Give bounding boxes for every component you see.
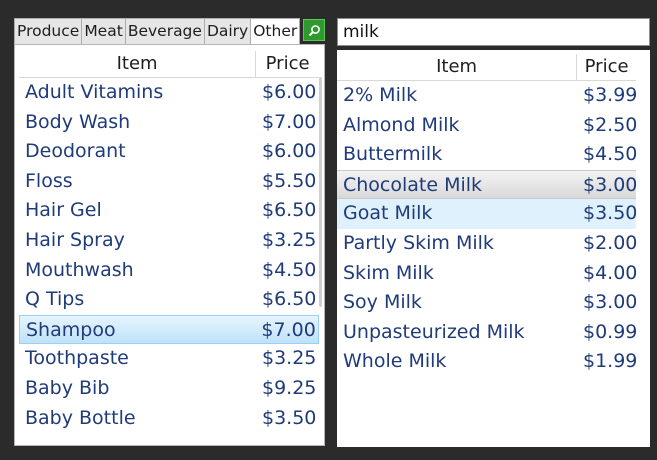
column-header-item[interactable]: Item — [19, 51, 257, 77]
table-row[interactable]: Hair Gel $6.50 — [19, 196, 319, 226]
item-name-cell: Goat Milk — [343, 202, 433, 225]
table-row[interactable]: Partly Skim Milk $2.00 — [337, 229, 638, 259]
table-row[interactable]: Body Wash $7.00 — [19, 108, 319, 138]
other-items-grid: Item Price Adult Vitamins $6.00 Body Wash $… — [19, 51, 319, 433]
grid-header: Item Price — [19, 51, 319, 78]
item-name-cell: Deodorant — [25, 140, 126, 163]
item-name-cell: Chocolate Milk — [343, 173, 483, 196]
search-icon — [308, 24, 320, 36]
category-tabs: Produce Meat Beverage Dairy Other — [14, 18, 326, 44]
tab-produce[interactable]: Produce — [14, 18, 83, 44]
item-name-cell: Adult Vitamins — [25, 81, 164, 103]
item-name-cell: Baby Bottle — [25, 406, 136, 429]
table-row[interactable]: Chocolate Milk $3.00 — [337, 169, 638, 200]
item-price-cell: $1.99 — [583, 350, 638, 373]
item-price-cell: $4.50 — [583, 143, 638, 166]
table-row[interactable]: Baby Bib $9.25 — [19, 374, 319, 404]
table-row[interactable]: Deodorant $6.00 — [19, 137, 319, 167]
item-price-cell: $4.50 — [262, 258, 317, 281]
item-name-cell: Floss — [25, 169, 73, 192]
table-row[interactable]: Q Tips $6.50 — [19, 285, 319, 315]
search-button[interactable] — [303, 19, 326, 41]
item-name-cell: Hair Gel — [25, 199, 102, 222]
item-name-cell: Unpasteurized Milk — [343, 320, 525, 343]
table-row[interactable]: Baby Bottle $3.50 — [19, 404, 319, 434]
item-price-cell: $6.50 — [262, 199, 317, 222]
table-row[interactable]: Adult Vitamins $6.00 — [19, 78, 319, 108]
item-name-cell: Mouthwash — [25, 258, 134, 281]
item-price-cell: $4.00 — [583, 261, 638, 284]
item-name-cell: Baby Bib — [25, 376, 110, 399]
table-row[interactable]: Buttermilk $4.50 — [337, 140, 638, 170]
item-name-cell: Buttermilk — [343, 143, 443, 166]
item-price-cell: $0.99 — [583, 320, 638, 343]
item-name-cell: Almond Milk — [343, 113, 460, 136]
item-price-cell: $3.50 — [583, 202, 638, 225]
table-row[interactable]: Whole Milk $1.99 — [337, 347, 638, 377]
item-price-cell: $5.50 — [262, 169, 317, 192]
item-price-cell: $3.25 — [262, 228, 317, 251]
item-name-cell: 2% Milk — [343, 84, 418, 106]
tab-beverage[interactable]: Beverage — [124, 18, 205, 44]
table-row[interactable]: Floss $5.50 — [19, 167, 319, 197]
item-price-cell: $3.25 — [262, 347, 317, 370]
table-row[interactable]: Unpasteurized Milk $0.99 — [337, 318, 638, 348]
item-name-cell: Body Wash — [25, 110, 131, 133]
table-row[interactable]: Soy Milk $3.00 — [337, 288, 638, 318]
item-name-cell: Q Tips — [25, 288, 85, 311]
search-results-panel: Item Price 2% Milk $3.99 Almond Milk $2.50 B… — [337, 50, 650, 447]
item-name-cell: Toothpaste — [25, 347, 129, 370]
item-price-cell: $7.00 — [261, 318, 316, 341]
search-input[interactable]: milk — [337, 18, 650, 46]
item-price-cell: $6.00 — [262, 140, 317, 163]
item-name-cell: Hair Spray — [25, 228, 125, 251]
item-price-cell: $9.25 — [262, 376, 317, 399]
table-row[interactable]: Goat Milk $3.50 — [337, 199, 638, 229]
search-results-grid: Item Price 2% Milk $3.99 Almond Milk $2.50 B… — [337, 54, 638, 377]
item-price-cell: $3.50 — [262, 406, 317, 429]
table-row[interactable]: 2% Milk $3.99 — [337, 81, 638, 111]
item-name-cell: Skim Milk — [343, 261, 434, 284]
item-price-cell: $7.00 — [262, 110, 317, 133]
table-row[interactable]: Toothpaste $3.25 — [19, 344, 319, 374]
table-row[interactable]: Mouthwash $4.50 — [19, 256, 319, 286]
item-name-cell: Shampoo — [26, 318, 116, 341]
tab-meat[interactable]: Meat — [81, 18, 126, 44]
item-price-cell: $3.00 — [583, 291, 638, 314]
table-row[interactable]: Shampoo $7.00 — [19, 314, 319, 345]
column-header-price[interactable]: Price — [256, 51, 319, 77]
item-price-cell: $2.50 — [583, 113, 638, 136]
item-price-cell: $2.00 — [583, 231, 638, 254]
item-name-cell: Soy Milk — [343, 291, 422, 314]
item-price-cell: $6.00 — [262, 81, 317, 103]
table-row[interactable]: Hair Spray $3.25 — [19, 226, 319, 256]
tab-other[interactable]: Other — [250, 18, 301, 44]
tab-dairy[interactable]: Dairy — [203, 18, 252, 44]
vertical-scrollbar[interactable] — [319, 77, 322, 307]
item-price-cell: $3.00 — [583, 173, 638, 196]
item-name-cell: Whole Milk — [343, 350, 447, 373]
grid-header: Item Price — [337, 54, 636, 81]
table-row[interactable]: Skim Milk $4.00 — [337, 259, 638, 289]
column-header-item[interactable]: Item — [337, 54, 578, 80]
item-price-cell: $3.99 — [583, 84, 638, 106]
item-name-cell: Partly Skim Milk — [343, 231, 494, 254]
table-row[interactable]: Almond Milk $2.50 — [337, 111, 638, 141]
other-items-panel: Item Price Adult Vitamins $6.00 Body Wash $… — [14, 44, 325, 446]
column-header-price[interactable]: Price — [577, 54, 636, 80]
item-price-cell: $6.50 — [262, 288, 317, 311]
